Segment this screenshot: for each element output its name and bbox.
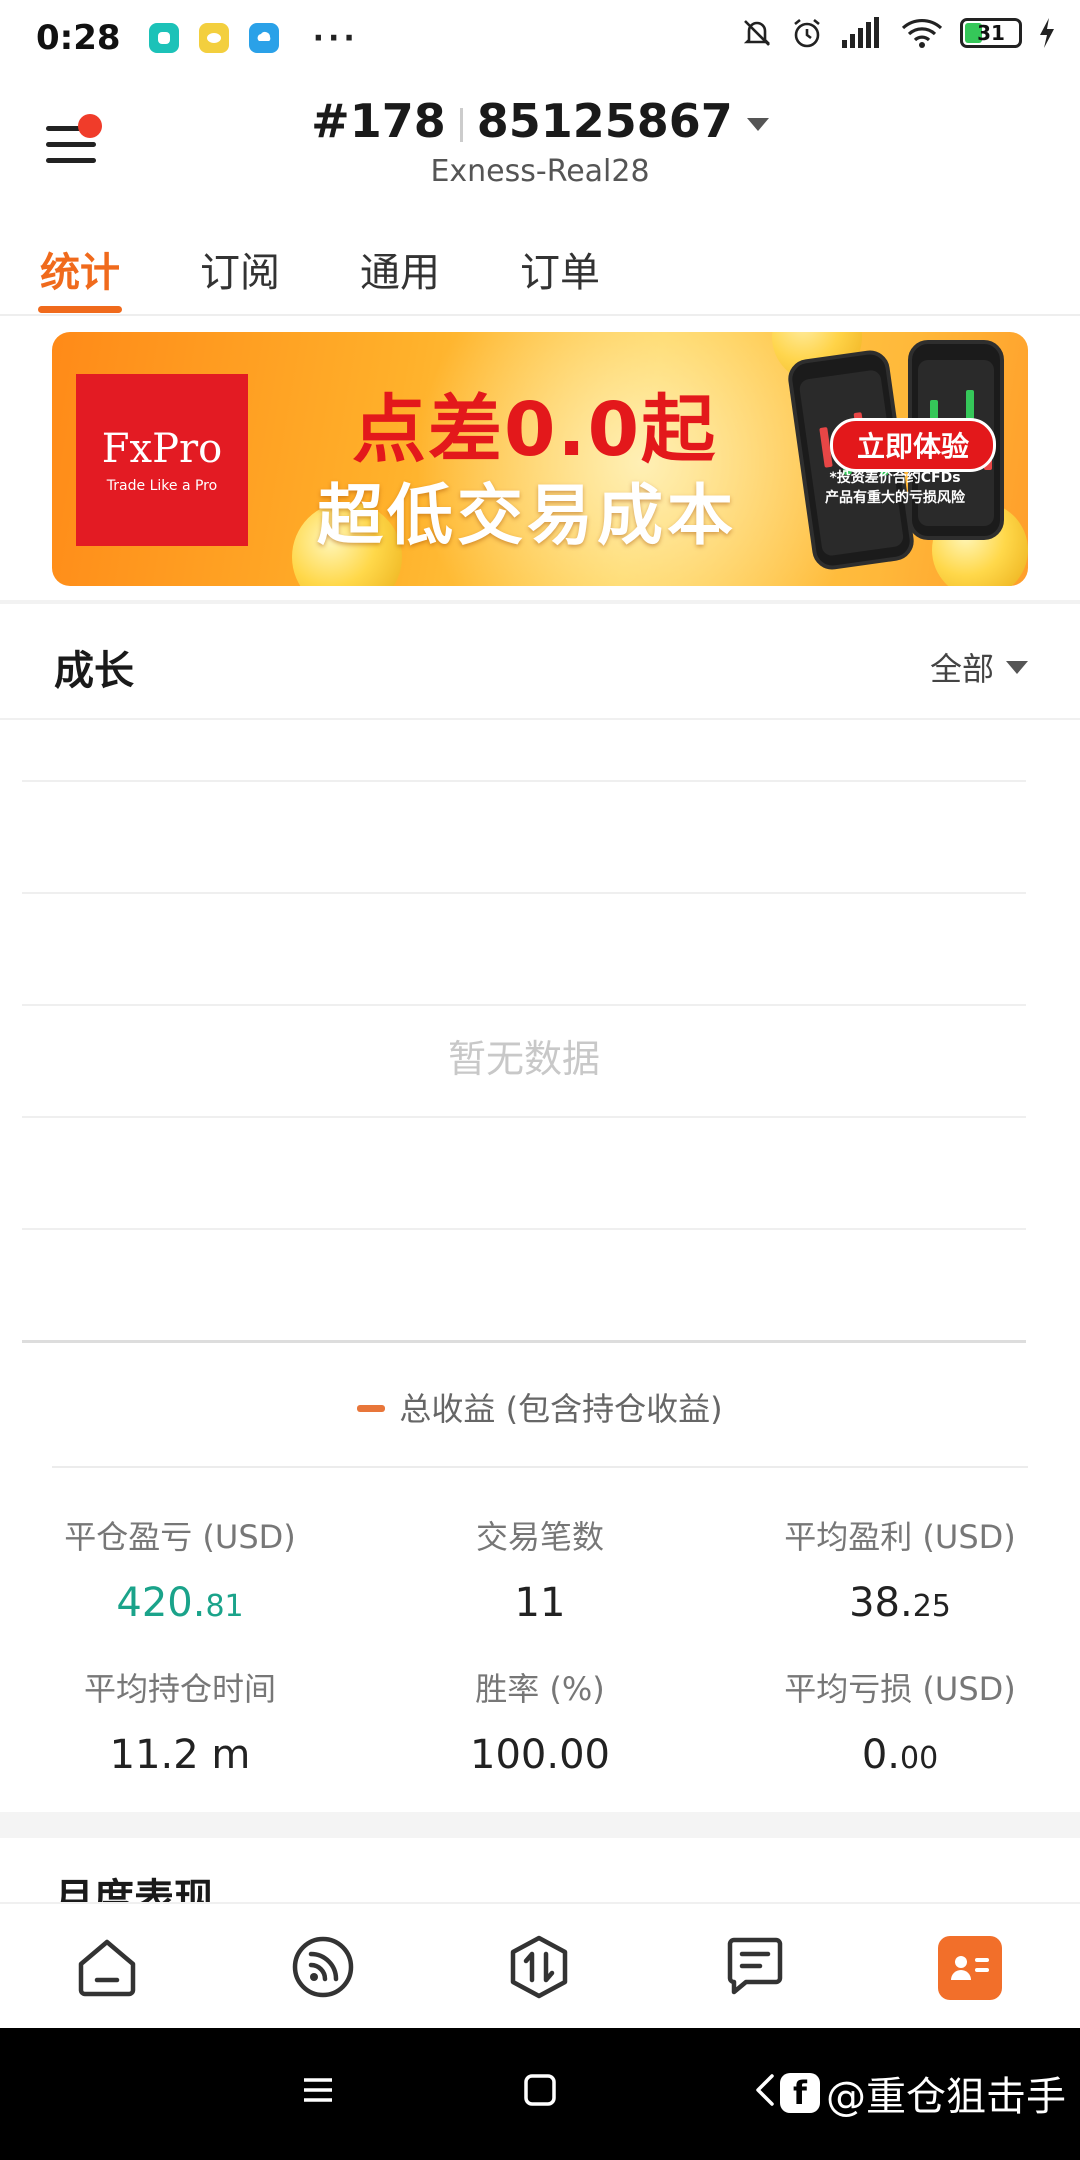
section-divider [52, 1466, 1028, 1468]
tab-general[interactable]: 通用 [360, 240, 440, 298]
stat-value: 11 [514, 1580, 566, 1626]
server-name: Exness-Real28 [430, 154, 650, 189]
stat-value: 11.2 m [109, 1732, 251, 1778]
stat-win-rate: 胜率 (%) 100.00 [360, 1664, 720, 1778]
stat-closed-pnl: 平仓盈亏 (USD) 420.81 [0, 1512, 360, 1626]
chevron-down-icon [746, 118, 769, 131]
tab-subscriptions[interactable]: 订阅 [200, 240, 280, 298]
chart-empty-state: 暂无数据 [447, 1037, 600, 1081]
chart-baseline [22, 1340, 1026, 1343]
stat-trade-count: 交易笔数 11 [360, 1512, 720, 1626]
charging-icon [1040, 18, 1054, 48]
chart-legend: 总收益 (包含持仓收益) [0, 1384, 1080, 1430]
trade-icon[interactable] [504, 1932, 574, 2002]
battery-level: 31 [977, 21, 1005, 45]
system-navigation-bar: f @重仓狙击手 [0, 2028, 1080, 2160]
status-time: 0:28 [36, 18, 121, 58]
stat-average-profit: 平均盈利 (USD) 38.25 [720, 1512, 1080, 1626]
watermark-text: @重仓狙击手 [826, 2074, 1066, 2120]
stat-label: 平均亏损 (USD) [784, 1670, 1016, 1708]
mute-icon [743, 20, 771, 46]
fxpro-logo: FxPro Trade Like a Pro [76, 374, 248, 546]
growth-filter-dropdown[interactable]: 全部 [930, 644, 1028, 690]
tab-bar: 统计 订阅 通用 订单 [0, 228, 1080, 316]
grid-line [22, 1004, 1026, 1006]
account-prefix: #178 [311, 94, 446, 148]
stat-average-loss: 平均亏损 (USD) 0.00 [720, 1664, 1080, 1778]
stat-label: 交易笔数 [475, 1518, 604, 1556]
bottom-navigation [0, 1902, 1080, 2028]
growth-chart: 暂无数据 [22, 720, 1026, 1343]
banner-headline: 点差0.0起 [352, 387, 718, 473]
stat-value: 100.00 [470, 1732, 610, 1778]
grid-line [22, 1116, 1026, 1118]
grid-line [22, 780, 1026, 782]
stat-average-hold-time: 平均持仓时间 11.2 m [0, 1664, 360, 1778]
app-icon-yellow [198, 23, 229, 53]
section-divider [0, 1812, 1080, 1838]
profile-card-icon[interactable] [938, 1936, 1002, 2000]
tab-orders[interactable]: 订单 [520, 240, 600, 298]
stat-value: 420.81 [116, 1580, 244, 1626]
home-button[interactable] [522, 2072, 558, 2112]
grid-line [22, 892, 1026, 894]
legend-label: 总收益 (包含持仓收益) [399, 1390, 723, 1428]
account-selector[interactable]: #178 85125867 [0, 94, 1080, 148]
more-notifications-icon: ··· [312, 20, 359, 56]
back-button[interactable] [752, 2072, 780, 2112]
watermark-logo: f [780, 2073, 820, 2113]
feed-icon[interactable] [288, 1932, 358, 2002]
app-icon-teal [148, 23, 179, 53]
app-icon-blue [248, 23, 279, 53]
stat-value: 0.00 [861, 1732, 939, 1778]
recent-apps-button[interactable] [300, 2072, 336, 2112]
risk-disclaimer: *投资差价合约CFDs 产品有重大的亏损风险 [825, 470, 965, 506]
stat-value: 38.25 [849, 1580, 951, 1626]
stat-label: 平均盈利 (USD) [784, 1518, 1016, 1556]
filter-label: 全部 [929, 650, 994, 688]
account-separator [459, 107, 463, 142]
wifi-icon [901, 18, 943, 48]
legend-swatch [357, 1404, 386, 1412]
stat-label: 平均持仓时间 [83, 1670, 276, 1708]
tab-statistics[interactable]: 统计 [40, 240, 120, 298]
active-tab-indicator [38, 306, 122, 313]
alarm-icon [794, 18, 820, 48]
growth-title: 成长 [54, 648, 134, 694]
status-bar: 0:28 ··· 31 [0, 0, 1080, 76]
battery-icon: 31 [960, 18, 1022, 48]
account-header: #178 85125867 Exness-Real28 [0, 76, 1080, 206]
chevron-down-icon [1006, 660, 1028, 674]
banner-cta-button[interactable]: 立即体验 [829, 418, 996, 472]
home-icon[interactable] [72, 1932, 142, 2002]
promo-banner[interactable]: FxPro Trade Like a Pro 点差0.0起 超低交易成本 立即体… [52, 332, 1028, 586]
stat-label: 平仓盈亏 (USD) [64, 1518, 296, 1556]
stat-label: 胜率 (%) [475, 1670, 605, 1708]
messages-icon[interactable] [720, 1932, 790, 2002]
section-divider [0, 600, 1080, 604]
banner-subheadline: 超低交易成本 [317, 477, 737, 554]
signal-icon [842, 17, 879, 48]
grid-line [22, 1228, 1026, 1230]
watermark: f @重仓狙击手 [780, 2064, 1066, 2122]
account-number: 85125867 [476, 94, 733, 148]
